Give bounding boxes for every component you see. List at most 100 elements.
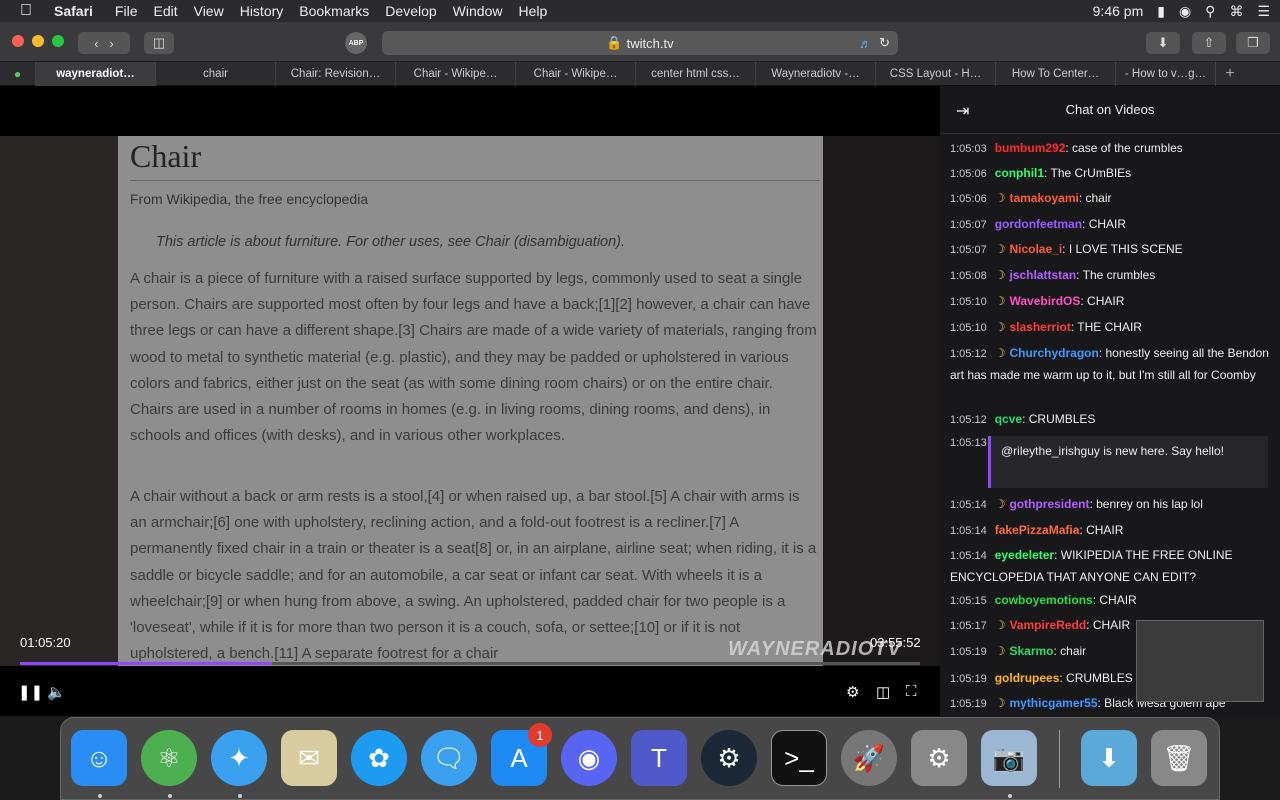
reload-icon[interactable]: ↻ (879, 35, 890, 51)
audio-icon[interactable]: ♬ (859, 36, 872, 51)
tab-3[interactable]: Chair - Wikipe… (396, 62, 516, 86)
url-text[interactable]: twitch.tv (627, 36, 674, 51)
chat-username[interactable]: conphil1 (995, 166, 1044, 180)
chat-username[interactable]: WavebirdOS (1009, 294, 1080, 308)
menu-app-name[interactable]: Safari (54, 3, 93, 19)
tab-5[interactable]: center html css… (636, 62, 756, 86)
chat-username[interactable]: eyedeleter (995, 548, 1054, 562)
apple-icon[interactable]:  (20, 2, 40, 20)
chat-username[interactable]: qcve (995, 412, 1022, 426)
chat-message: 1:05:12 qcve: CRUMBLES (950, 409, 1275, 431)
share-button[interactable]: ⇧ (1192, 32, 1226, 54)
downloads-folder-icon[interactable]: ⬇ (1081, 730, 1137, 786)
menu-file[interactable]: File (115, 3, 138, 19)
chat-username[interactable]: goldrupees (995, 671, 1060, 685)
battery-icon[interactable]: ▮ (1157, 3, 1165, 20)
terminal-icon[interactable]: >_ (771, 730, 827, 786)
fullscreen-button[interactable]: ⛶ (906, 683, 917, 700)
chat-username[interactable]: Nicolae_i (1009, 242, 1062, 256)
safari-icon[interactable]: ✦ (211, 730, 267, 786)
zoom-window-button[interactable] (52, 35, 64, 47)
back-forward-buttons[interactable]: ‹ › (78, 32, 130, 54)
chat-timestamp: 1:05:19 (950, 698, 987, 710)
tab-7[interactable]: CSS Layout - H… (876, 62, 996, 86)
tab-bar: ● wayneradiot… chair Chair: Revision… Ch… (0, 62, 1280, 86)
back-icon[interactable]: ‹ (94, 36, 98, 51)
chat-username[interactable]: cowboyemotions (995, 593, 1093, 607)
keyboard-icon[interactable]: ⌘ (1229, 3, 1243, 20)
messages-icon[interactable]: 🗨 (421, 730, 477, 786)
menu-edit[interactable]: Edit (153, 3, 177, 19)
teams-icon[interactable]: T (631, 730, 687, 786)
chat-timestamp: 1:05:10 (950, 296, 987, 308)
discord-icon[interactable]: ◉ (561, 730, 617, 786)
sidebar-toggle-button[interactable]: ◫ (144, 32, 174, 54)
settings-button[interactable]: ⚙ (846, 683, 859, 701)
chat-username[interactable]: tamakoyami (1009, 191, 1078, 205)
tab-8[interactable]: How To Center… (996, 62, 1116, 86)
chat-username[interactable]: VampireRedd (1009, 618, 1086, 632)
tab-0[interactable]: wayneradiot… (36, 62, 156, 86)
chat-username[interactable]: gordonfeetman (995, 217, 1082, 231)
spotlight-icon[interactable]: ⚲ (1205, 3, 1215, 20)
chat-username[interactable]: bumbum292 (995, 141, 1066, 155)
chat-title: Chat on Videos (1065, 102, 1155, 117)
chat-message: 1:05:08 ☽ jschlattstan: The crumbles (950, 265, 1275, 287)
system-preferences-icon[interactable]: ⚙ (911, 730, 967, 786)
chat-username[interactable]: gothpresident (1009, 497, 1089, 511)
menu-develop[interactable]: Develop (385, 3, 436, 19)
finder-icon[interactable]: ☺ (71, 730, 127, 786)
new-tab-button[interactable]: + (1216, 62, 1244, 86)
abp-button[interactable]: ABP (345, 32, 367, 54)
tab-1[interactable]: chair (156, 62, 276, 86)
downloads-button[interactable]: ⬇ (1146, 32, 1180, 54)
tab-2[interactable]: Chair: Revision… (276, 62, 396, 86)
chat-username[interactable]: jschlattstan (1009, 268, 1076, 282)
chat-username[interactable]: Churchydragon (1009, 346, 1098, 360)
video-player[interactable]: Chair From Wikipedia, the free encyclope… (0, 86, 940, 716)
tab-9[interactable]: - How to v…g… (1116, 62, 1216, 86)
minimize-window-button[interactable] (32, 35, 44, 47)
menu-bookmarks[interactable]: Bookmarks (299, 3, 369, 19)
atom-icon[interactable]: ⚛ (141, 730, 197, 786)
close-window-button[interactable] (12, 35, 24, 47)
chat-text: : CRUMBLES (1059, 671, 1133, 685)
launchpad-icon[interactable]: 🚀 (841, 730, 897, 786)
tab-6[interactable]: Wayneradiotv -… (756, 62, 876, 86)
menu-window[interactable]: Window (453, 3, 503, 19)
seek-bar[interactable] (20, 662, 920, 665)
menu-history[interactable]: History (240, 3, 284, 19)
chat-username[interactable]: Skarmo (1009, 644, 1053, 658)
preview-icon[interactable]: 📷 (981, 730, 1037, 786)
chat-username[interactable]: mythicgamer55 (1009, 696, 1097, 710)
video-paragraph-1: A chair is a piece of furniture with a r… (130, 270, 817, 445)
tab-4[interactable]: Chair - Wikipe… (516, 62, 636, 86)
clock[interactable]: 9:46 pm (1093, 3, 1144, 19)
volume-button[interactable]: 🔈 (47, 683, 66, 701)
notification-center-icon[interactable]: ☰ (1257, 3, 1270, 20)
collapse-chat-icon[interactable]: ⇥ (956, 101, 969, 121)
menu-help[interactable]: Help (518, 3, 547, 19)
tab-overview-button[interactable]: ❐ (1236, 32, 1270, 54)
steam-icon[interactable]: ⚙ (701, 730, 757, 786)
twitter-icon[interactable]: ✿ (351, 730, 407, 786)
menu-bar:  Safari File Edit View History Bookmark… (0, 0, 1280, 22)
chat-username[interactable]: slasherriot (1009, 320, 1070, 334)
pause-button[interactable]: ❚❚ (18, 683, 43, 701)
moon-badge-icon: ☽ (994, 346, 1006, 360)
video-right-region (823, 136, 940, 666)
download-icon: ⬇ (1157, 35, 1169, 50)
pinned-tab[interactable]: ● (0, 62, 36, 86)
moon-badge-icon: ☽ (994, 497, 1006, 511)
chat-username[interactable]: fakePizzaMafia (995, 523, 1080, 537)
chat-timestamp: 1:05:13 (950, 437, 987, 449)
theatre-mode-button[interactable]: ◫ (876, 683, 890, 701)
mail-icon[interactable]: ✉ (281, 730, 337, 786)
menu-view[interactable]: View (194, 3, 224, 19)
pip-thumbnail[interactable] (1136, 620, 1264, 702)
wifi-icon[interactable]: ◉ (1179, 3, 1191, 20)
moon-badge-icon: ☽ (994, 242, 1006, 256)
forward-icon[interactable]: › (109, 36, 113, 51)
trash-icon[interactable]: 🗑 (1151, 730, 1207, 786)
address-bar[interactable]: 🔒 twitch.tv ♬ ↻ (382, 31, 898, 55)
